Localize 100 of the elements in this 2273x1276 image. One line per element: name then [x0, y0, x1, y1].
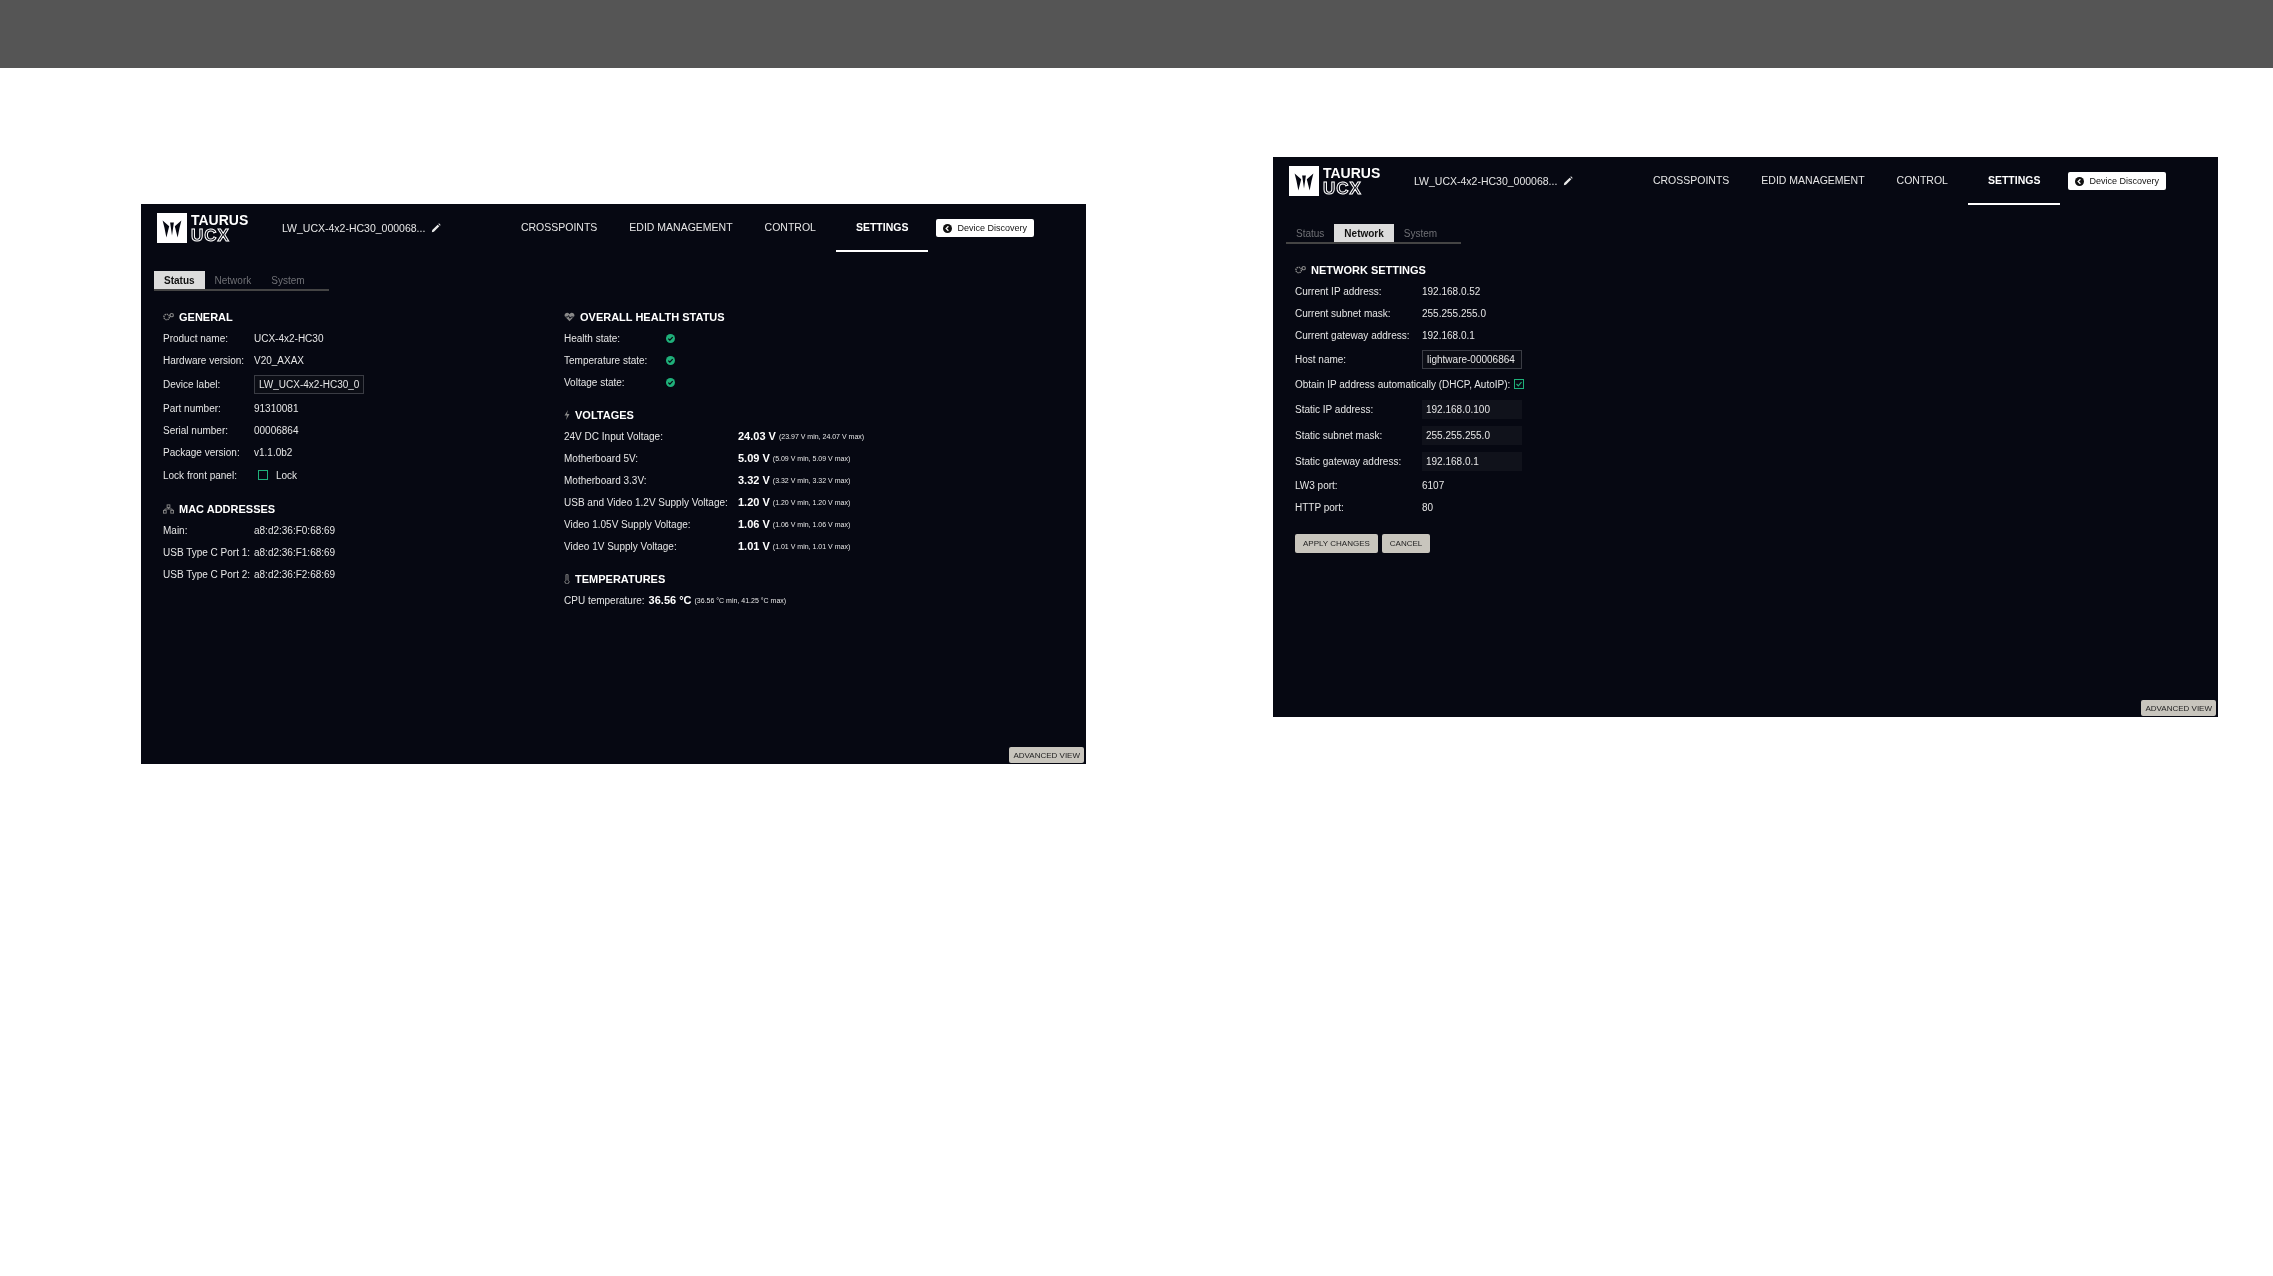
nav-tab[interactable]: CONTROL: [1884, 157, 1960, 205]
back-icon: [943, 223, 953, 233]
field-label: Device label:: [163, 378, 222, 390]
field-label: Motherboard 3.3V:: [564, 474, 648, 486]
section-title: VOLTAGES: [575, 409, 634, 421]
pencil-icon[interactable]: [1563, 176, 1574, 186]
gears-icon: [1295, 265, 1306, 275]
checkbox-label: Lock: [276, 469, 298, 481]
field-value: UCX-4x2-HC30: [254, 332, 324, 344]
field-label: USB and Video 1.2V Supply Voltage:: [564, 496, 729, 508]
reading-value: 1.01 V: [738, 540, 770, 552]
field-label: Lock front panel:: [163, 469, 238, 481]
field-label: CPU temperature:: [564, 594, 646, 606]
field-label: USB Type C Port 1:: [163, 546, 252, 558]
logo-text: UCX: [191, 226, 231, 244]
section-title: TEMPERATURES: [575, 573, 666, 585]
checkbox[interactable]: [1514, 379, 1525, 389]
field-value: 80: [1422, 501, 1434, 513]
reading-value: 1.06 V: [738, 518, 770, 530]
field-label: Static gateway address:: [1295, 455, 1403, 467]
advanced-view-button[interactable]: ADVANCED VIEW: [1009, 747, 1084, 763]
bolt-icon: [564, 410, 570, 420]
field-label: LW3 port:: [1295, 479, 1339, 491]
device-discovery-button[interactable]: Device Discovery: [2068, 172, 2166, 190]
field-label: USB Type C Port 2:: [163, 568, 252, 580]
back-icon: [2075, 176, 2085, 186]
nav-tab[interactable]: CROSSPOINTS: [508, 204, 610, 252]
device-name: LW_UCX-4x2-HC30_000068...: [282, 222, 426, 234]
form-button[interactable]: APPLY CHANGES: [1295, 534, 1378, 553]
field-label: Current subnet mask:: [1295, 307, 1392, 319]
nav-tab[interactable]: CONTROL: [752, 204, 828, 252]
field-value: 192.168.0.1: [1422, 329, 1475, 341]
field-label: Static subnet mask:: [1295, 429, 1384, 441]
field-value: a8:d2:36:F0:68:69: [254, 524, 336, 536]
field-label: Obtain IP address automatically (DHCP, AutoIP):: [1295, 378, 1512, 390]
field-value: 00006864: [254, 424, 299, 436]
field-label: Serial number:: [163, 424, 230, 436]
sub-tab[interactable]: Network: [1334, 224, 1394, 242]
device-name: LW_UCX-4x2-HC30_000068...: [1414, 175, 1558, 187]
reading-value: 36.56 °C: [648, 594, 692, 606]
sub-tab[interactable]: System: [1393, 224, 1448, 242]
sub-tab[interactable]: Status: [1286, 224, 1335, 242]
sub-tab[interactable]: System: [261, 271, 315, 289]
field-label: Static IP address:: [1295, 403, 1375, 415]
logo-text: UCX: [1323, 179, 1363, 197]
advanced-view-button[interactable]: ADVANCED VIEW: [2141, 700, 2216, 716]
nav-tab[interactable]: SETTINGS: [835, 204, 929, 252]
field-label: Current IP address:: [1295, 285, 1383, 297]
nav-tab[interactable]: EDID MANAGEMENT: [617, 204, 745, 252]
field-value: 192.168.0.52: [1422, 285, 1481, 297]
field-label: Product name:: [163, 332, 230, 344]
field-label: Temperature state:: [564, 354, 649, 366]
logo-icon: [157, 213, 187, 243]
nav-tab[interactable]: EDID MANAGEMENT: [1749, 157, 1877, 205]
pencil-icon[interactable]: [431, 223, 442, 233]
reading-value: 3.32 V: [738, 474, 770, 486]
input-field[interactable]: lightware-00006864: [1422, 349, 1522, 369]
field-label: Video 1.05V Supply Voltage:: [564, 518, 692, 530]
field-label: Package version:: [163, 446, 241, 458]
field-label: 24V DC Input Voltage:: [564, 430, 664, 442]
field-value: a8:d2:36:F1:68:69: [254, 546, 336, 558]
field-label: HTTP port:: [1295, 501, 1345, 513]
logo-text: TAURUS: [1323, 165, 1381, 180]
reading-value: 24.03 V: [738, 430, 776, 442]
gears-icon: [163, 312, 174, 322]
input-field[interactable]: 255.255.255.0: [1422, 425, 1522, 445]
device-discovery-button[interactable]: Device Discovery: [936, 219, 1034, 237]
field-label: Part number:: [163, 402, 222, 414]
nav-tab[interactable]: SETTINGS: [1967, 157, 2061, 205]
field-value: 91310081: [254, 402, 299, 414]
field-label: Main:: [163, 524, 189, 536]
logo-icon: [1289, 166, 1319, 196]
network-icon: [163, 504, 174, 514]
field-label: Video 1V Supply Voltage:: [564, 540, 678, 552]
field-value: 255.255.255.0: [1422, 307, 1486, 319]
reading-value: 1.20 V: [738, 496, 770, 508]
checkbox[interactable]: [258, 470, 268, 480]
field-label: Hardware version:: [163, 354, 246, 366]
field-label: Voltage state:: [564, 376, 626, 388]
reading-value: 5.09 V: [738, 452, 770, 464]
section-title: OVERALL HEALTH STATUS: [580, 311, 725, 323]
input-field[interactable]: 192.168.0.1: [1422, 451, 1522, 471]
sub-tab[interactable]: Status: [154, 271, 205, 289]
field-label: Host name:: [1295, 353, 1348, 365]
logo-text: TAURUS: [191, 212, 249, 227]
field-value: v1.1.0b2: [254, 446, 293, 458]
input-field[interactable]: 192.168.0.100: [1422, 399, 1522, 419]
field-label: Health state:: [564, 332, 622, 344]
section-title: NETWORK SETTINGS: [1311, 264, 1426, 276]
thermometer-icon: [564, 574, 570, 584]
field-value: 6107: [1422, 479, 1445, 491]
section-title: MAC ADDRESSES: [179, 503, 276, 515]
field-label: Motherboard 5V:: [564, 452, 640, 464]
sub-tab[interactable]: Network: [204, 271, 262, 289]
form-button[interactable]: CANCEL: [1381, 534, 1431, 553]
field-value: V20_AXAX: [254, 354, 305, 366]
field-value: a8:d2:36:F2:68:69: [254, 568, 336, 580]
nav-tab[interactable]: CROSSPOINTS: [1640, 157, 1742, 205]
field-label: Current gateway address:: [1295, 329, 1411, 341]
input-field[interactable]: LW_UCX-4x2-HC30_0: [254, 374, 365, 394]
